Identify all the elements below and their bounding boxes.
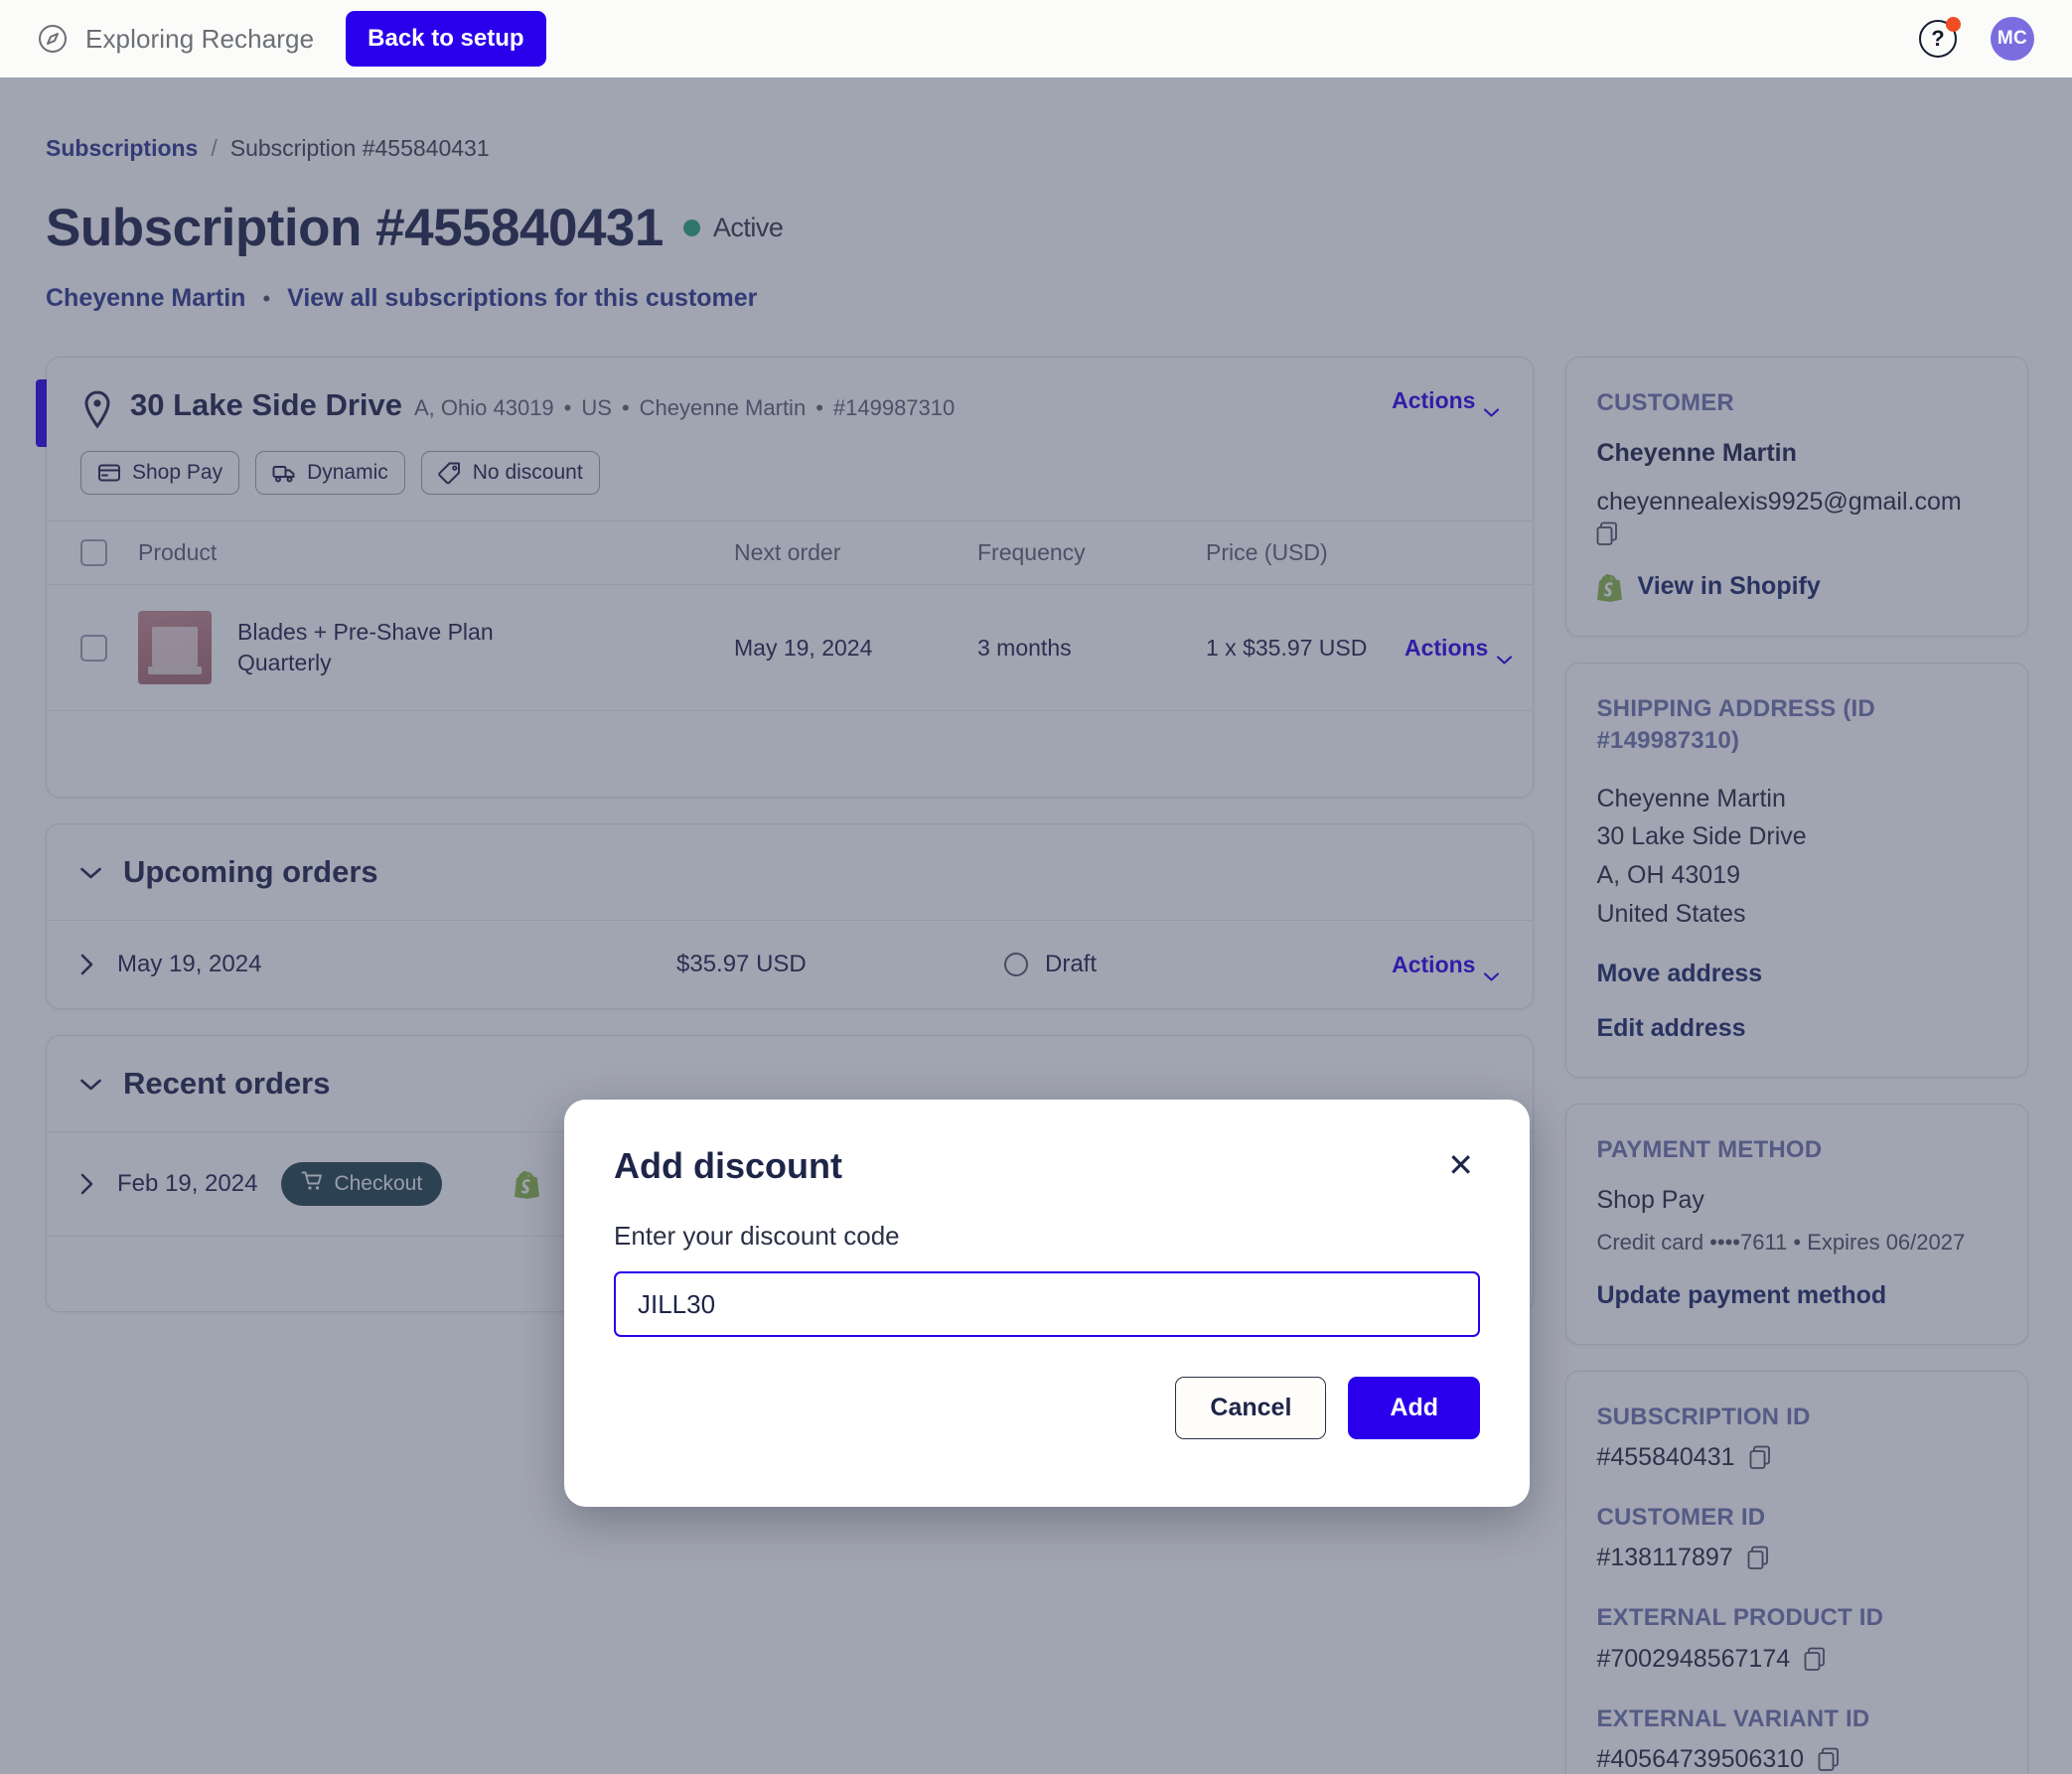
avatar[interactable]: MC xyxy=(1991,17,2034,61)
modal-title: Add discount xyxy=(614,1145,842,1187)
modal-header: Add discount ✕ xyxy=(614,1145,1480,1187)
close-icon[interactable]: ✕ xyxy=(1441,1145,1480,1185)
modal-overlay[interactable] xyxy=(0,77,2072,1774)
discount-code-label: Enter your discount code xyxy=(614,1221,1480,1252)
compass-icon xyxy=(38,24,68,54)
back-to-setup-button[interactable]: Back to setup xyxy=(346,11,545,67)
modal-actions: Cancel Add xyxy=(614,1377,1480,1439)
brand-name: Exploring Recharge xyxy=(85,24,314,55)
discount-code-input[interactable] xyxy=(614,1271,1480,1337)
add-button[interactable]: Add xyxy=(1348,1377,1480,1439)
top-bar-right: ? MC xyxy=(1919,17,2034,61)
help-button[interactable]: ? xyxy=(1919,20,1957,58)
add-discount-modal: Add discount ✕ Enter your discount code … xyxy=(564,1100,1530,1507)
top-bar-left: Exploring Recharge Back to setup xyxy=(38,11,546,67)
top-bar: Exploring Recharge Back to setup ? MC xyxy=(0,0,2072,77)
notification-dot-icon xyxy=(1946,17,1961,32)
cancel-button[interactable]: Cancel xyxy=(1175,1377,1326,1439)
